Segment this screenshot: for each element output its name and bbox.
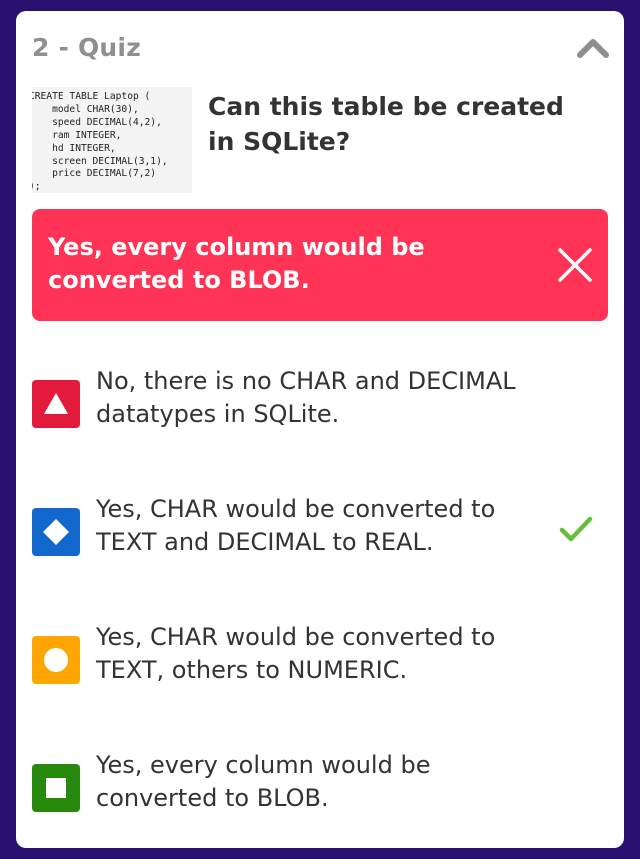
triangle-icon: [32, 380, 80, 428]
question-text: Can this table be created in SQLite?: [208, 92, 564, 156]
answer-option-label: Yes, CHAR would be converted to TEXT, ot…: [96, 623, 496, 684]
question-code-image: CREATE TABLE Laptop ( model CHAR(30), sp…: [32, 87, 192, 193]
square-icon: [32, 764, 80, 812]
selected-answer-text: Yes, every column would be converted to …: [48, 233, 425, 294]
selected-answer-banner: Yes, every column would be converted to …: [32, 209, 608, 321]
circle-icon: [32, 636, 80, 684]
close-icon: [558, 248, 592, 282]
quiz-card: 2 - Quiz CREATE TABLE Laptop ( model CHA…: [16, 11, 624, 848]
answer-option-diamond[interactable]: Yes, CHAR would be converted to TEXT and…: [32, 493, 608, 583]
code-snippet: CREATE TABLE Laptop ( model CHAR(30), sp…: [32, 91, 168, 193]
answer-option-label: Yes, every column would be converted to …: [96, 751, 431, 812]
check-icon: [559, 516, 593, 542]
diamond-icon: [32, 508, 80, 556]
chevron-up-icon: [577, 39, 609, 58]
answer-option-label: Yes, CHAR would be converted to TEXT and…: [96, 495, 496, 556]
answer-option-square[interactable]: Yes, every column would be converted to …: [32, 749, 608, 839]
answer-option-triangle[interactable]: No, there is no CHAR and DECIMAL datatyp…: [32, 365, 608, 455]
answer-option-circle[interactable]: Yes, CHAR would be converted to TEXT, ot…: [32, 621, 608, 711]
collapse-button[interactable]: [576, 35, 610, 61]
quiz-title: 2 - Quiz: [32, 33, 141, 62]
answer-option-label: No, there is no CHAR and DECIMAL datatyp…: [96, 367, 516, 428]
